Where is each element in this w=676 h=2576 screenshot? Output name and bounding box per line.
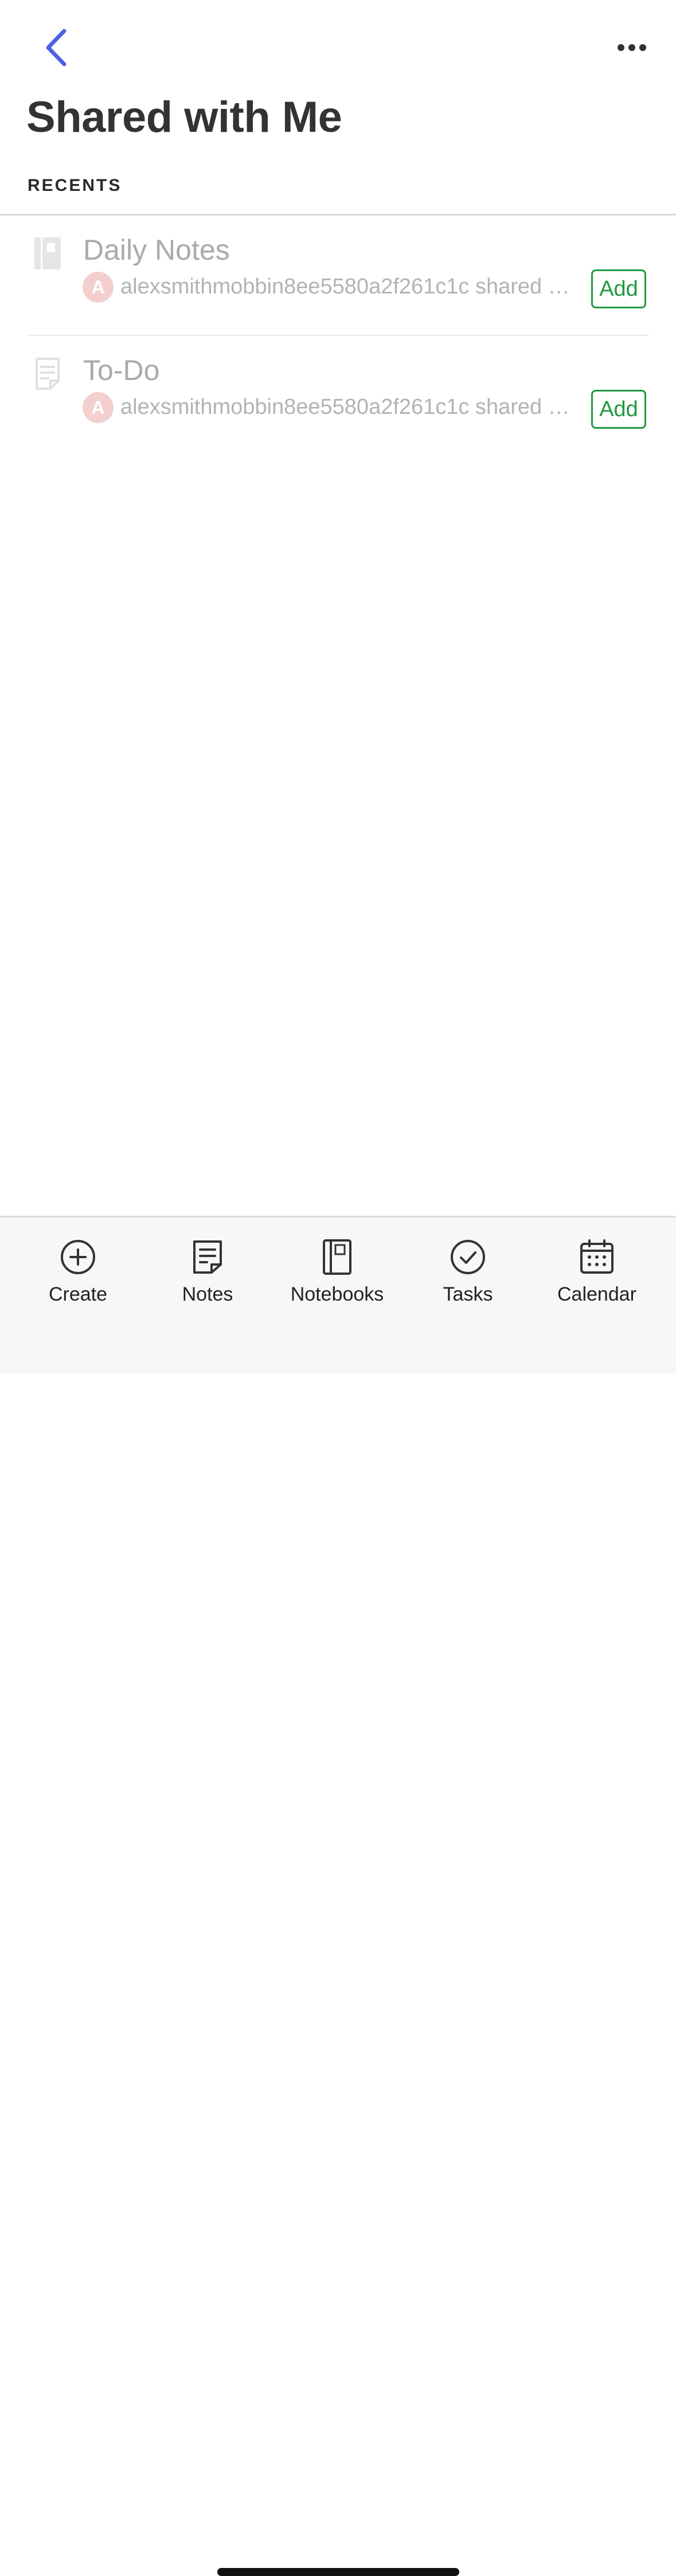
add-button[interactable]: Add [591, 390, 646, 429]
chevron-left-icon [46, 29, 67, 66]
section-label-recents: RECENTS [28, 176, 122, 195]
shared-items-list: Daily Notes A alexsmithmobbin8ee5580a2f2… [0, 216, 676, 456]
avatar: A [83, 392, 114, 423]
page-title: Shared with Me [26, 93, 342, 142]
ellipsis-icon [618, 44, 646, 51]
item-title: Daily Notes [83, 234, 230, 266]
item-shared-by: alexsmithmobbin8ee5580a2f261c1c shared a… [120, 395, 579, 419]
tab-label: Notes [182, 1283, 233, 1305]
plus-circle-icon [61, 1240, 95, 1274]
item-title: To-Do [83, 354, 160, 386]
list-item[interactable]: Daily Notes A alexsmithmobbin8ee5580a2f2… [0, 216, 676, 336]
tab-label: Notebooks [290, 1283, 384, 1305]
tab-calendar[interactable]: Calendar [548, 1217, 646, 1332]
header: Shared with Me RECENTS [0, 0, 676, 216]
tab-create[interactable]: Create [38, 1217, 118, 1332]
tab-label: Create [48, 1283, 108, 1305]
tab-label: Tasks [443, 1283, 493, 1305]
check-circle-icon [451, 1240, 485, 1274]
notebook-icon [323, 1239, 351, 1275]
tab-bar: Create Notes Notebooks Tasks Calendar [0, 1216, 676, 2576]
add-button[interactable]: Add [591, 269, 646, 308]
tab-notes[interactable]: Notes [167, 1217, 248, 1332]
tab-tasks[interactable]: Tasks [428, 1217, 508, 1332]
home-indicator [217, 2568, 459, 2576]
notebook-icon [34, 237, 61, 269]
list-item[interactable]: To-Do A alexsmithmobbin8ee5580a2f261c1c … [0, 336, 676, 456]
tab-notebooks[interactable]: Notebooks [280, 1217, 394, 1332]
calendar-icon [580, 1239, 614, 1274]
back-button[interactable] [33, 22, 79, 73]
note-icon [193, 1240, 222, 1274]
more-options-button[interactable] [610, 29, 654, 66]
avatar: A [83, 272, 114, 303]
note-icon [36, 358, 60, 390]
item-shared-by: alexsmithmobbin8ee5580a2f261c1c shared a… [120, 275, 579, 299]
tab-label: Calendar [557, 1283, 636, 1305]
